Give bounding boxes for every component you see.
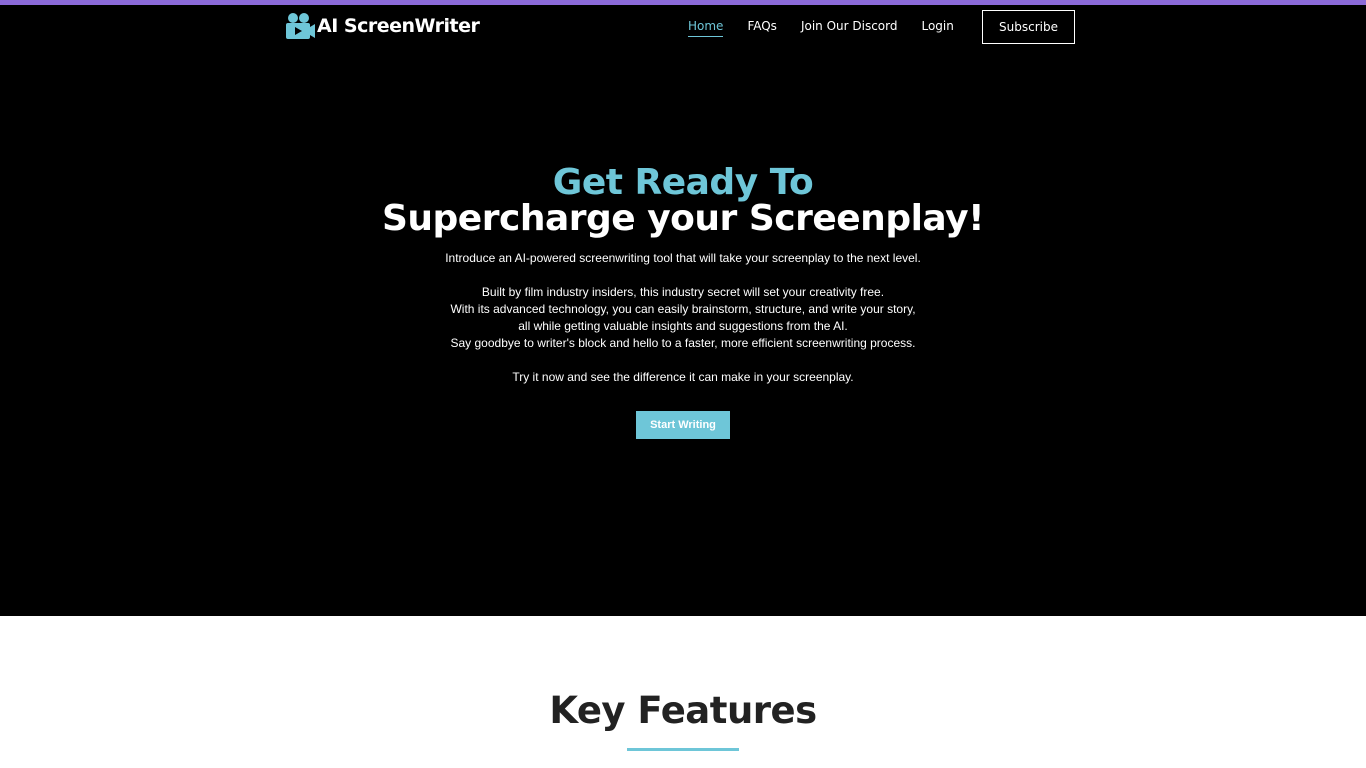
hero-title-line1: Get Ready To	[552, 162, 814, 203]
camera-icon	[286, 13, 315, 39]
hero-description: Introduce an AI-powered screenwriting to…	[0, 250, 1366, 386]
nav-home[interactable]: Home	[688, 19, 724, 37]
start-writing-button[interactable]: Start Writing	[636, 411, 730, 439]
hero-intro: Introduce an AI-powered screenwriting to…	[445, 251, 921, 265]
features-divider	[627, 748, 739, 751]
features-title: Key Features	[549, 689, 817, 732]
nav-faqs[interactable]: FAQs	[747, 19, 777, 37]
site-header: AI ScreenWriter Home FAQs Join Our Disco…	[0, 5, 1366, 50]
nav-discord[interactable]: Join Our Discord	[801, 19, 898, 37]
subscribe-button[interactable]: Subscribe	[982, 10, 1075, 44]
hero-body-line: Say goodbye to writer's block and hello …	[450, 336, 916, 350]
hero-body-line: Built by film industry insiders, this in…	[481, 285, 885, 299]
hero-section: Get Ready To Supercharge your Screenplay…	[0, 50, 1366, 616]
features-section: Key Features	[0, 616, 1366, 768]
logo-text: AI ScreenWriter	[317, 15, 480, 37]
hero-title-line2: Supercharge your Screenplay!	[381, 198, 985, 239]
nav-login[interactable]: Login	[921, 19, 953, 37]
main-nav: Home FAQs Join Our Discord Login	[688, 19, 954, 37]
hero-closing: Try it now and see the difference it can…	[512, 370, 854, 384]
site-logo[interactable]: AI ScreenWriter	[284, 11, 480, 41]
hero-body-line: With its advanced technology, you can ea…	[450, 302, 916, 316]
hero-body-line: all while getting valuable insights and …	[518, 319, 848, 333]
